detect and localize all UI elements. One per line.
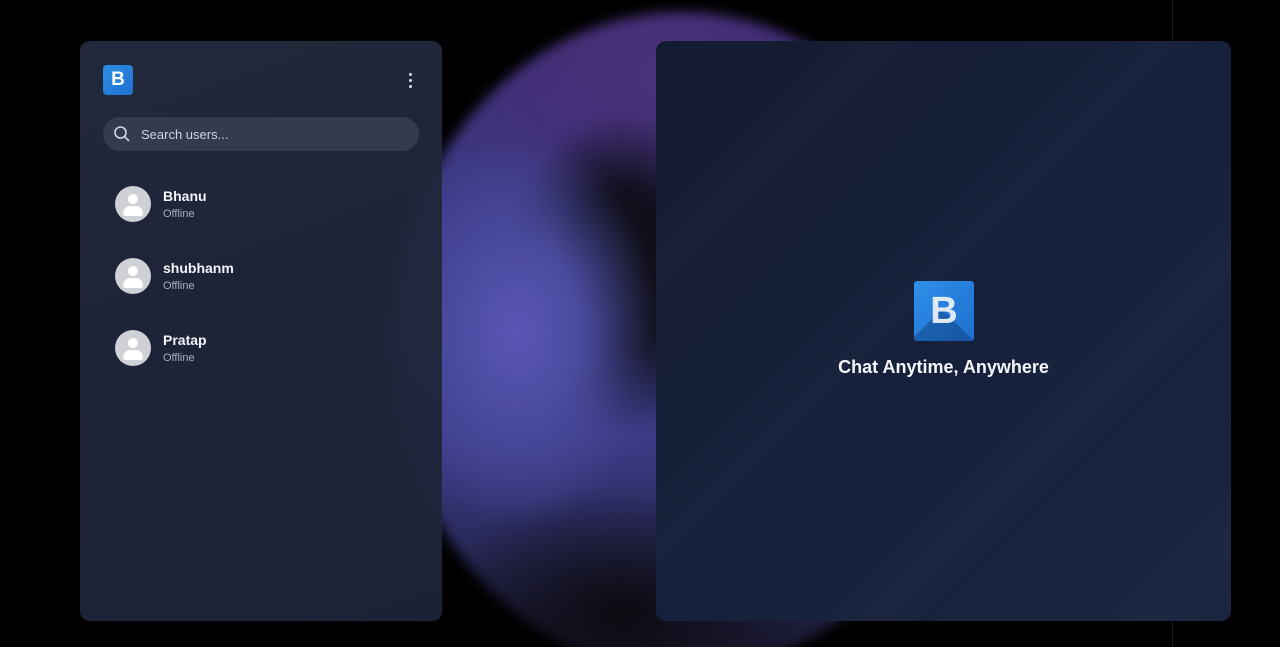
user-item-shubhanm[interactable]: shubhanm Offline xyxy=(80,250,442,322)
dot xyxy=(408,72,412,76)
dot xyxy=(408,84,412,88)
search-icon xyxy=(114,126,130,142)
dot xyxy=(408,78,412,82)
user-list: Bhanu Offline shubhanm Offline Pratap Of… xyxy=(80,178,442,394)
search-bar xyxy=(103,117,419,151)
app-logo-large: B xyxy=(914,281,974,341)
user-item-bhanu[interactable]: Bhanu Offline xyxy=(80,178,442,250)
chat-window: B Bhanu Offline xyxy=(80,41,1231,621)
sidebar: B Bhanu Offline xyxy=(80,41,442,621)
user-name: Bhanu xyxy=(163,188,207,204)
user-avatar-icon xyxy=(115,186,151,222)
logo-letter: B xyxy=(930,290,958,332)
user-avatar-icon xyxy=(115,258,151,294)
user-item-pratap[interactable]: Pratap Offline xyxy=(80,322,442,394)
welcome-tagline: Chat Anytime, Anywhere xyxy=(838,357,1049,377)
user-name: Pratap xyxy=(163,332,207,348)
search-input[interactable] xyxy=(139,125,403,143)
user-status: Offline xyxy=(163,208,195,220)
app-background: B Bhanu Offline xyxy=(0,0,1280,647)
user-status: Offline xyxy=(163,280,195,292)
welcome-panel: B Chat Anytime, Anywhere xyxy=(656,41,1231,621)
app-logo[interactable]: B xyxy=(103,65,133,95)
user-status: Offline xyxy=(163,352,195,364)
user-name: shubhanm xyxy=(163,260,234,276)
user-avatar-icon xyxy=(115,330,151,366)
vertical-dots-icon[interactable] xyxy=(400,69,420,91)
